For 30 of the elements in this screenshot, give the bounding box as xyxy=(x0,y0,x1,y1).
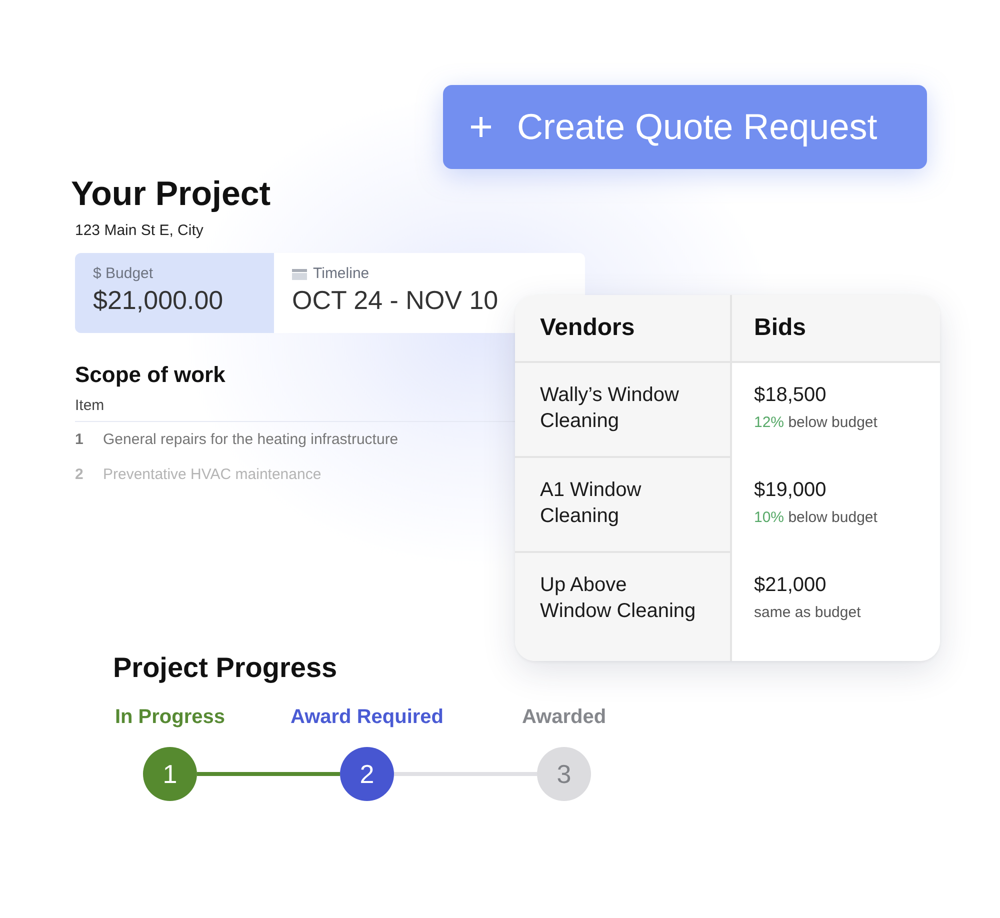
progress-title: Project Progress xyxy=(113,651,338,685)
bid-amount: $19,000 xyxy=(754,478,826,502)
budget-label: $ Budget xyxy=(93,264,154,284)
step-circle: 3 xyxy=(537,747,591,801)
project-address: 123 Main St E, City xyxy=(75,221,204,241)
column-header: Bids xyxy=(732,295,940,363)
row-number: 1 xyxy=(75,431,84,448)
bid-note: same as budget xyxy=(754,603,861,623)
scope-title: Scope of work xyxy=(75,361,226,389)
timeline-label: Timeline xyxy=(313,264,370,284)
plus-icon xyxy=(471,117,491,137)
bid-note: 10% below budget xyxy=(754,508,878,528)
step-label: Awarded xyxy=(522,705,606,729)
timeline-value: OCT 24 - NOV 10 xyxy=(292,284,498,316)
step-label: Award Required xyxy=(290,705,444,729)
bid-note: 12% below budget xyxy=(754,413,878,433)
step-label: In Progress xyxy=(114,705,226,729)
step-circle: 1 xyxy=(143,747,197,801)
scope-item: General repairs for the heating infrastructure xyxy=(103,431,398,448)
step-circle: 2 xyxy=(340,747,394,801)
project-title: Your Project xyxy=(71,174,271,214)
budget-value: $21,000.00 xyxy=(93,284,224,316)
column-header: Item xyxy=(75,397,104,414)
calendar-icon xyxy=(292,268,307,280)
scope-item: Preventative HVAC maintenance xyxy=(103,466,322,483)
create-quote-request-button[interactable]: Create Quote Request xyxy=(443,85,927,169)
bid-amount: $18,500 xyxy=(754,383,826,407)
row-number: 2 xyxy=(75,466,84,483)
bid-amount: $21,000 xyxy=(754,573,826,597)
vendor-cell-text: Up Above Window Cleaning xyxy=(539,573,697,624)
